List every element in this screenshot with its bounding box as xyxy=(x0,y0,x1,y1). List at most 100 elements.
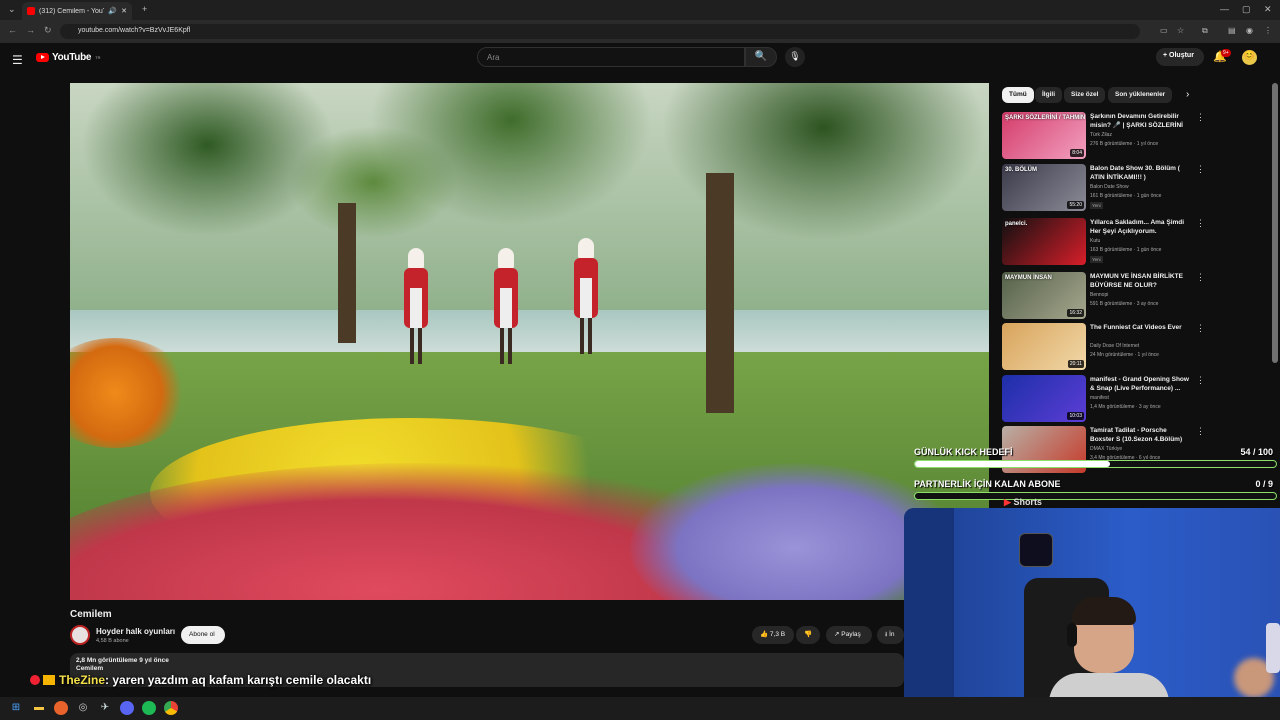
recommendation-channel: Daily Dose Of Internet xyxy=(1090,343,1140,349)
views-line: 2,8 Mn görüntüleme 9 yıl önce xyxy=(76,657,169,664)
recommendation-title[interactable]: manifest - Grand Opening Show & Snap (Li… xyxy=(1090,375,1190,393)
filter-chip-related[interactable]: İlgili xyxy=(1035,87,1062,103)
more-options-icon[interactable]: ⋮ xyxy=(1196,164,1205,175)
windows-start-icon[interactable]: ⊞ xyxy=(9,701,23,715)
filter-chip-for-you[interactable]: Size özel xyxy=(1064,87,1106,103)
dislike-button[interactable]: 👎 xyxy=(796,626,820,644)
tab-close-icon[interactable]: ✕ xyxy=(121,7,127,15)
cast-icon[interactable]: ▭ xyxy=(1160,26,1168,35)
user-avatar[interactable]: 😊 xyxy=(1242,50,1257,65)
recommendation-title[interactable]: Tamirat Tadilat - Porsche Boxster S (10.… xyxy=(1090,426,1190,444)
video-duration: 55:20 xyxy=(1067,201,1084,209)
reload-icon[interactable]: ↻ xyxy=(44,25,52,36)
search-button[interactable]: 🔍 xyxy=(745,47,777,67)
window-close-icon[interactable]: ✕ xyxy=(1264,4,1272,15)
recommendation-title[interactable]: MAYMUN VE İNSAN BİRLİKTE BÜYÜRSE NE OLUR… xyxy=(1090,272,1190,290)
back-icon[interactable]: ← xyxy=(8,25,17,35)
channel-avatar[interactable] xyxy=(70,625,90,645)
firefox-icon[interactable] xyxy=(54,701,68,715)
more-options-icon[interactable]: ⋮ xyxy=(1196,426,1205,437)
folk-dancer xyxy=(570,238,602,358)
more-options-icon[interactable]: ⋮ xyxy=(1196,112,1205,123)
youtube-play-icon xyxy=(36,53,49,62)
recommendation-title[interactable]: The Funniest Cat Videos Ever xyxy=(1090,323,1190,332)
recommendation-thumbnail[interactable]: 20:11 xyxy=(1002,323,1086,370)
thumbnail-caption: panelci. xyxy=(1005,221,1028,227)
filter-chip-all[interactable]: Tümü xyxy=(1002,87,1034,103)
more-options-icon[interactable]: ⋮ xyxy=(1196,375,1205,386)
share-label: Paylaş xyxy=(841,631,861,638)
profile-icon[interactable]: ◉ xyxy=(1246,26,1253,35)
download-icon: ⭳ xyxy=(885,631,888,638)
steam-icon[interactable]: ✈ xyxy=(98,701,112,715)
like-button[interactable]: 👍 7,3 B xyxy=(752,626,794,644)
microphone-icon: 🎙 xyxy=(789,51,801,61)
video-duration: 8:04 xyxy=(1070,149,1084,157)
recommendation-thumbnail[interactable]: MAYMUN İNSAN 16:32 xyxy=(1002,272,1086,319)
channel-name[interactable]: Hoyder halk oyunları xyxy=(96,627,175,636)
spotify-icon[interactable] xyxy=(142,701,156,715)
extensions-icon[interactable]: ⧉ xyxy=(1202,26,1208,36)
create-button[interactable]: + Oluştur xyxy=(1156,48,1204,66)
video-duration: 10:03 xyxy=(1067,412,1084,420)
recommendation-thumbnail[interactable]: 10:03 xyxy=(1002,375,1086,422)
video-duration: 20:11 xyxy=(1067,360,1084,368)
youtube-wordmark: YouTube xyxy=(52,52,92,63)
recommendation-thumbnail[interactable]: 30. BÖLÜM 55:20 xyxy=(1002,164,1086,211)
recommendation-item[interactable]: ŞARKI SÖZLERİNİ / TAHMİN ET! 8:04 Şarkının… xyxy=(1002,112,1272,160)
page-scrollbar[interactable] xyxy=(1272,83,1278,363)
new-tab-icon[interactable]: + xyxy=(142,4,147,14)
filter-chip-recent[interactable]: Son yüklenenler xyxy=(1108,87,1173,103)
description-text: Cemilem xyxy=(76,665,104,672)
share-button[interactable]: ↗ Paylaş xyxy=(826,626,872,644)
kick-goal-widget: GÜNLÜK KICK HEDEFİ 54 / 100 xyxy=(914,447,1277,457)
browser-menu-icon[interactable]: ⋮ xyxy=(1264,26,1272,35)
recommendation-title[interactable]: Balon Date Show 30. Bölüm ( ATIN İNTİKAM… xyxy=(1090,164,1190,182)
bookmark-star-icon[interactable]: ☆ xyxy=(1177,26,1184,35)
partner-goal-value: 0 / 9 xyxy=(1255,479,1273,489)
menu-hamburger-icon[interactable]: ☰ xyxy=(12,53,23,67)
discord-icon[interactable] xyxy=(120,701,134,715)
crown-badge-icon xyxy=(43,675,55,685)
recommendation-title[interactable]: Şarkının Devamını Getirebilir misin? 🎤 |… xyxy=(1090,112,1190,131)
video-player[interactable] xyxy=(70,83,989,600)
more-options-icon[interactable]: ⋮ xyxy=(1196,218,1205,229)
recommendation-item[interactable]: 20:11 The Funniest Cat Videos Ever Daily D… xyxy=(1002,323,1272,371)
recommendation-title[interactable]: Yıllarca Sakladım... Ama Şimdi Her Şeyi … xyxy=(1090,218,1190,236)
thumbnail-caption: MAYMUN İNSAN xyxy=(1005,275,1052,281)
file-explorer-icon[interactable]: ▬ xyxy=(32,701,46,715)
recommendation-thumbnail[interactable]: ŞARKI SÖZLERİNİ / TAHMİN ET! 8:04 xyxy=(1002,112,1086,159)
chevron-right-icon[interactable]: › xyxy=(1186,89,1189,100)
chrome-icon[interactable]: ◎ xyxy=(76,701,90,715)
search-input[interactable]: Ara xyxy=(477,47,745,67)
recommendation-item[interactable]: panelci. Yıllarca Sakladım... Ama Şimdi H… xyxy=(1002,218,1272,266)
tab-list-icon[interactable]: ⌄ xyxy=(8,4,16,15)
url-field[interactable]: youtube.com/watch?v=BzVvJE6Kpfl xyxy=(60,24,1140,39)
youtube-logo[interactable]: YouTube TR xyxy=(36,52,101,63)
voice-search-button[interactable]: 🎙 xyxy=(785,47,805,67)
more-options-icon[interactable]: ⋮ xyxy=(1196,272,1205,283)
chrome-app-icon[interactable] xyxy=(164,701,178,715)
recommendation-item[interactable]: 30. BÖLÜM 55:20 Balon Date Show 30. Bölüm … xyxy=(1002,164,1272,212)
shorts-label: Shorts xyxy=(1013,497,1042,507)
download-button[interactable]: ⭳ İn xyxy=(877,626,904,644)
subscribe-button[interactable]: Abone ol xyxy=(181,626,225,644)
video-title: Cemilem xyxy=(70,609,112,620)
youtube-favicon-icon xyxy=(27,7,35,15)
recommendation-item[interactable]: 10:03 manifest - Grand Opening Show & Sna… xyxy=(1002,375,1272,423)
recommendation-item[interactable]: MAYMUN İNSAN 16:32 MAYMUN VE İNSAN BİRLİKT… xyxy=(1002,272,1272,320)
like-count: 7,3 B xyxy=(769,631,786,638)
more-options-icon[interactable]: ⋮ xyxy=(1196,323,1205,334)
browser-tab[interactable]: (312) Cemilem - YouTube 🔊 ✕ xyxy=(22,2,132,20)
forward-icon[interactable]: → xyxy=(26,25,35,35)
download-label: İn xyxy=(889,631,895,638)
recommendation-thumbnail[interactable]: panelci. xyxy=(1002,218,1086,265)
tab-audio-icon[interactable]: 🔊 xyxy=(108,7,117,15)
windows-taskbar xyxy=(0,697,1280,720)
maximize-icon[interactable]: ▢ xyxy=(1242,4,1251,15)
region-code: TR xyxy=(95,55,101,60)
sidepanel-icon[interactable]: ▤ xyxy=(1228,26,1236,35)
thumbnail-caption: ŞARKI SÖZLERİNİ / TAHMİN ET! xyxy=(1005,115,1086,121)
shorts-heading: ▶ Shorts xyxy=(1004,497,1042,508)
minimize-icon[interactable]: — xyxy=(1220,4,1229,14)
